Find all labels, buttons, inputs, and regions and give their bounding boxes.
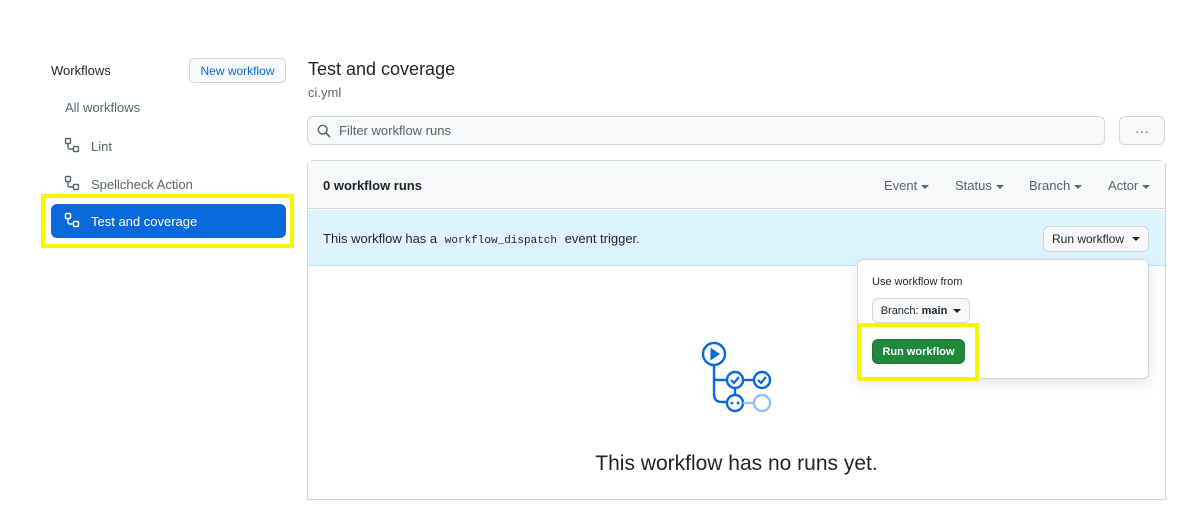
- caret-down-icon: [995, 184, 1004, 189]
- branch-prefix: Branch:: [880, 304, 919, 317]
- notice-prefix: This workflow has a: [323, 231, 438, 246]
- branch-name: main: [921, 304, 948, 317]
- filter-placeholder: Filter workflow runs: [339, 123, 451, 138]
- actor-filter-dropdown[interactable]: Actor: [1108, 178, 1151, 193]
- workflow-icon: [64, 137, 82, 155]
- sidebar-item-test-and-coverage[interactable]: Test and coverage: [51, 204, 286, 238]
- sidebar-item-label: Lint: [91, 138, 112, 154]
- caret-down-icon: [1074, 184, 1083, 189]
- caret-down-icon: [1142, 184, 1151, 189]
- branch-filter-label: Branch: [1029, 178, 1071, 193]
- sidebar-title: Workflows: [51, 63, 111, 78]
- popover-label: Use workflow from: [872, 276, 963, 288]
- event-filter-label: Event: [884, 178, 918, 193]
- runs-count: 0 workflow runs: [323, 178, 422, 193]
- run-workflow-dropdown-button[interactable]: Run workflow: [1043, 226, 1149, 252]
- branch-select-button[interactable]: Branch: main: [872, 298, 970, 323]
- search-icon: [317, 124, 331, 138]
- highlight-box: [857, 323, 979, 381]
- filter-runs-input[interactable]: Filter workflow runs: [307, 116, 1105, 145]
- sidebar-item-label: Spellcheck Action: [91, 176, 193, 192]
- sidebar-item-all-workflows[interactable]: All workflows: [65, 100, 140, 115]
- sidebar-item-lint[interactable]: Lint: [51, 129, 286, 163]
- event-filter-dropdown[interactable]: Event: [884, 178, 930, 193]
- caret-down-icon: [921, 184, 930, 189]
- more-options-button[interactable]: ···: [1119, 116, 1165, 145]
- workflow-icon: [64, 212, 82, 230]
- sidebar-item-label: Test and coverage: [91, 213, 198, 229]
- workflow-icon: [64, 175, 82, 193]
- workflow-file-link[interactable]: ci.yml: [308, 85, 341, 100]
- notice-text: This workflow has a workflow_dispatch ev…: [323, 231, 640, 247]
- empty-state-title: This workflow has no runs yet.: [595, 452, 878, 475]
- workflow-graph-icon: [695, 340, 777, 418]
- actor-filter-label: Actor: [1108, 178, 1139, 193]
- caret-down-icon: [1132, 237, 1141, 241]
- kebab-icon: ···: [1135, 122, 1149, 139]
- new-workflow-button[interactable]: New workflow: [189, 58, 286, 83]
- notice-code: workflow_dispatch: [444, 235, 557, 247]
- branch-filter-dropdown[interactable]: Branch: [1029, 178, 1083, 193]
- notice-suffix: event trigger.: [564, 231, 640, 246]
- status-filter-label: Status: [955, 178, 992, 193]
- page-title: Test and coverage: [308, 59, 456, 79]
- status-filter-dropdown[interactable]: Status: [955, 178, 1004, 193]
- run-workflow-label: Run workflow: [1051, 232, 1125, 246]
- caret-down-icon: [953, 308, 962, 313]
